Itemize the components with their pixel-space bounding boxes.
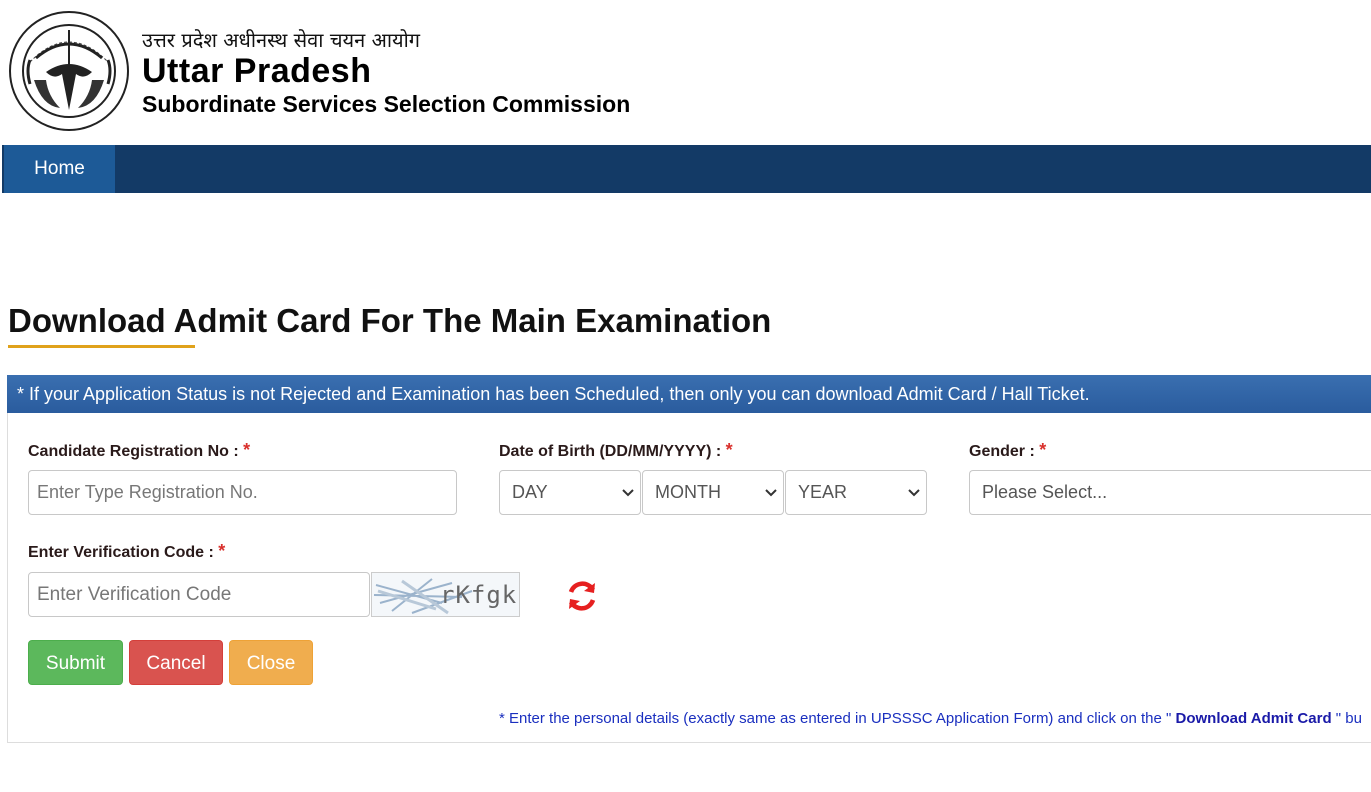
hindi-org-title: उत्तर प्रदेश अधीनस्थ सेवा चयन आयोग: [142, 28, 421, 52]
registration-input[interactable]: Enter Type Registration No.: [28, 470, 457, 515]
required-mark: *: [218, 541, 226, 561]
dob-month-value: MONTH: [655, 482, 721, 502]
site-header: उत्तर प्रदेश अधीनस्थ सेवा चयन आयोग Uttar…: [0, 0, 1371, 145]
gender-value: Please Select...: [982, 482, 1108, 502]
dob-year-select[interactable]: YEAR: [785, 470, 927, 515]
required-mark: *: [243, 440, 251, 460]
dob-year-value: YEAR: [798, 482, 848, 502]
close-button[interactable]: Close: [229, 640, 313, 685]
submit-button[interactable]: Submit: [28, 640, 123, 685]
footnote-suffix: " bu: [1335, 710, 1362, 727]
page-title: Download Admit Card For The Main Examina…: [8, 302, 772, 339]
dob-month-select[interactable]: MONTH: [642, 470, 784, 515]
registration-label: Candidate Registration No : *: [28, 440, 250, 461]
verification-code-input[interactable]: Enter Verification Code: [28, 572, 370, 617]
captcha-image: rKfgk: [371, 572, 520, 617]
title-underline: [8, 345, 195, 348]
footnote-prefix: * Enter the personal details (exactly sa…: [499, 710, 1172, 727]
dob-day-value: DAY: [512, 482, 548, 502]
verification-label: Enter Verification Code : *: [28, 541, 225, 562]
dob-day-select[interactable]: DAY: [499, 470, 641, 515]
main-navbar: Home: [2, 145, 1371, 193]
chevron-down-icon: [765, 489, 777, 497]
up-state-emblem-icon: [9, 11, 129, 131]
gender-label-text: Gender :: [969, 443, 1035, 460]
chevron-down-icon: [622, 489, 634, 497]
org-name-line1: Uttar Pradesh: [142, 52, 372, 90]
cancel-button[interactable]: Cancel: [129, 640, 223, 685]
eligibility-notice: * If your Application Status is not Reje…: [7, 375, 1371, 413]
instruction-footnote: * Enter the personal details (exactly sa…: [499, 710, 1362, 727]
gender-select[interactable]: Please Select...: [969, 470, 1371, 515]
required-mark: *: [725, 440, 733, 460]
registration-label-text: Candidate Registration No :: [28, 443, 239, 460]
required-mark: *: [1039, 440, 1047, 460]
download-admit-card-link[interactable]: Download Admit Card: [1176, 710, 1332, 727]
dob-label-text: Date of Birth (DD/MM/YYYY) :: [499, 443, 722, 460]
org-name-line2: Subordinate Services Selection Commissio…: [142, 91, 631, 117]
refresh-icon[interactable]: [564, 578, 600, 614]
chevron-down-icon: [908, 489, 920, 497]
nav-home-link[interactable]: Home: [4, 145, 115, 193]
captcha-text: rKfgk: [440, 581, 518, 609]
verification-label-text: Enter Verification Code :: [28, 544, 214, 561]
gender-label: Gender : *: [969, 440, 1046, 461]
dob-label: Date of Birth (DD/MM/YYYY) : *: [499, 440, 733, 461]
